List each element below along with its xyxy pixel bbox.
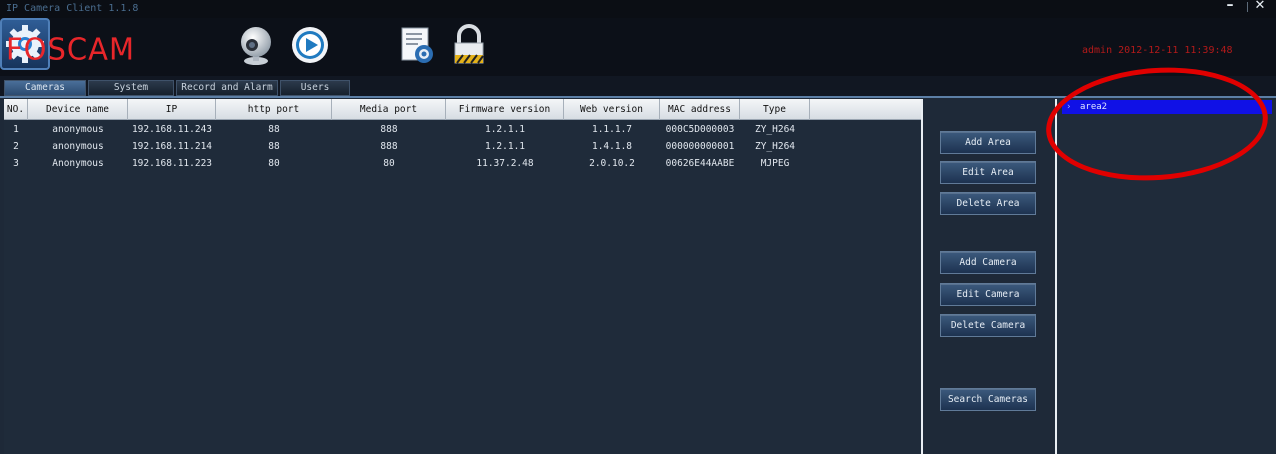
window-title: IP Camera Client 1.1.8 bbox=[6, 3, 139, 14]
col-header-firmware-version[interactable]: Firmware version bbox=[446, 99, 564, 120]
table-row[interactable]: 2 anonymous 192.168.11.214 88 888 1.2.1.… bbox=[4, 138, 922, 155]
cell-media-port: 888 bbox=[380, 124, 398, 135]
cell-mac-address: 00626E44AABE bbox=[665, 158, 735, 169]
minimize-button[interactable]: – bbox=[1222, 0, 1238, 14]
user-datetime-label: admin 2012-12-11 11:39:48 bbox=[1082, 45, 1233, 56]
col-header-mac-address[interactable]: MAC address bbox=[660, 99, 740, 120]
cell-media-port: 80 bbox=[383, 158, 395, 169]
cell-mac-address: 000C5D000003 bbox=[665, 124, 735, 135]
cell-ip: 192.168.11.223 bbox=[131, 158, 213, 169]
search-cameras-button[interactable]: Search Cameras bbox=[940, 388, 1036, 411]
edit-area-button[interactable]: Edit Area bbox=[940, 161, 1036, 184]
cell-type: ZY_H264 bbox=[754, 124, 796, 135]
header-bar: FOSCAM admin 2012-12-11 11:39:48 bbox=[0, 18, 1276, 76]
datetime: 2012-12-11 11:39:48 bbox=[1118, 45, 1233, 56]
col-header-no[interactable]: NO. bbox=[4, 99, 28, 120]
foscam-logo: FOSCAM bbox=[6, 31, 136, 67]
username: admin bbox=[1082, 45, 1113, 56]
record-icon[interactable] bbox=[395, 23, 439, 67]
col-header-device-name[interactable]: Device name bbox=[28, 99, 128, 120]
webcam-icon[interactable] bbox=[234, 23, 278, 67]
cell-web-version: 2.0.10.2 bbox=[589, 158, 635, 169]
delete-camera-button[interactable]: Delete Camera bbox=[940, 314, 1036, 337]
cell-no: 1 bbox=[13, 124, 19, 135]
camera-table: NO. Device name IP http port Media port … bbox=[4, 99, 922, 454]
cell-web-version: 1.1.1.7 bbox=[591, 124, 633, 135]
col-header-web-version[interactable]: Web version bbox=[564, 99, 660, 120]
cell-mac-address: 000000000001 bbox=[665, 141, 735, 152]
cell-no: 3 bbox=[13, 158, 19, 169]
cell-web-version: 1.4.1.8 bbox=[591, 141, 633, 152]
tab-system[interactable]: System bbox=[88, 80, 174, 96]
table-row[interactable]: 3 Anonymous 192.168.11.223 80 80 11.37.2… bbox=[4, 155, 922, 172]
title-bar: IP Camera Client 1.1.8 – ✕ bbox=[0, 0, 1276, 18]
titlebar-divider bbox=[1247, 2, 1248, 12]
cell-ip: 192.168.11.214 bbox=[131, 141, 213, 152]
cell-device-name: anonymous bbox=[52, 124, 104, 135]
cell-http-port: 88 bbox=[268, 124, 280, 135]
cell-http-port: 88 bbox=[268, 141, 280, 152]
col-header-ip[interactable]: IP bbox=[128, 99, 216, 120]
add-camera-button[interactable]: Add Camera bbox=[940, 251, 1036, 274]
cell-firmware-version: 11.37.2.48 bbox=[476, 158, 534, 169]
app-window: IP Camera Client 1.1.8 – ✕ FOSCAM admin … bbox=[0, 0, 1276, 454]
cell-device-name: Anonymous bbox=[52, 158, 104, 169]
cell-type: ZY_H264 bbox=[754, 141, 796, 152]
cell-firmware-version: 1.2.1.1 bbox=[484, 124, 526, 135]
cell-http-port: 80 bbox=[268, 158, 280, 169]
cell-no: 2 bbox=[13, 141, 19, 152]
cell-type: MJPEG bbox=[760, 158, 790, 169]
play-icon[interactable] bbox=[288, 23, 332, 67]
table-header: NO. Device name IP http port Media port … bbox=[4, 99, 922, 120]
tab-users[interactable]: Users bbox=[280, 80, 350, 96]
close-button[interactable]: ✕ bbox=[1252, 0, 1268, 14]
col-header-media-port[interactable]: Media port bbox=[332, 99, 446, 120]
add-area-button[interactable]: Add Area bbox=[940, 131, 1036, 154]
tab-cameras[interactable]: Cameras bbox=[4, 80, 86, 96]
edit-camera-button[interactable]: Edit Camera bbox=[940, 283, 1036, 306]
cell-device-name: anonymous bbox=[52, 141, 104, 152]
lock-icon[interactable] bbox=[447, 23, 491, 67]
col-header-type[interactable]: Type bbox=[740, 99, 810, 120]
delete-area-button[interactable]: Delete Area bbox=[940, 192, 1036, 215]
tab-record-and-alarm[interactable]: Record and Alarm bbox=[176, 80, 278, 96]
cell-ip: 192.168.11.243 bbox=[131, 124, 213, 135]
panel-divider bbox=[921, 99, 923, 454]
col-header-http-port[interactable]: http port bbox=[216, 99, 332, 120]
cell-firmware-version: 1.2.1.1 bbox=[484, 141, 526, 152]
table-row[interactable]: 1 anonymous 192.168.11.243 88 888 1.2.1.… bbox=[4, 121, 922, 138]
cell-media-port: 888 bbox=[380, 141, 398, 152]
